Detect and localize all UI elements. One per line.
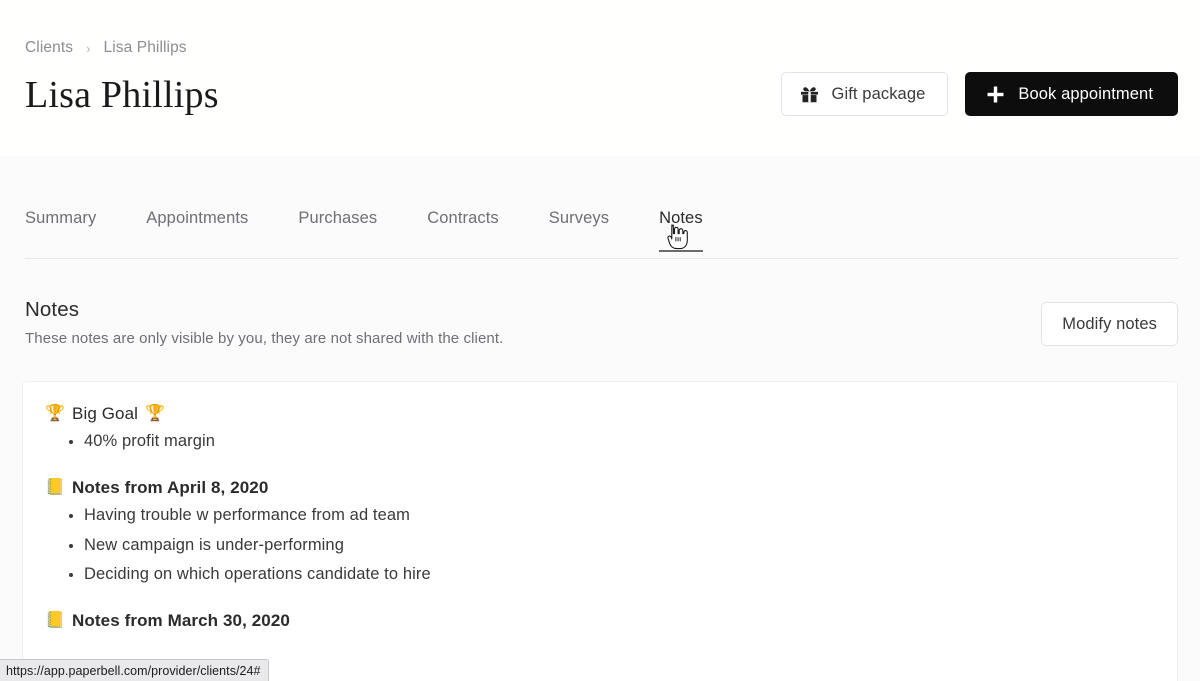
book-appointment-label: Book appointment (1018, 85, 1153, 104)
header-actions: Gift package Book appointment (781, 72, 1178, 116)
chevron-right-icon: › (86, 42, 90, 55)
note-block-title: Notes from April 8, 2020 (72, 478, 268, 498)
plus-icon (986, 85, 1005, 104)
gift-package-button[interactable]: Gift package (781, 72, 949, 116)
list-item: 40% profit margin (45, 427, 1149, 456)
list-item: Having trouble w performance from ad tea… (45, 501, 1149, 530)
notes-section-header: Notes These notes are only visible by yo… (25, 298, 503, 347)
tabs-divider (25, 258, 1178, 259)
notes-heading: Notes (25, 298, 503, 322)
tab-purchases[interactable]: Purchases (273, 209, 402, 252)
trophy-icon: 🏆 (145, 406, 165, 422)
status-bar-url: https://app.paperbell.com/provider/clien… (0, 659, 269, 681)
note-block: 📒 Notes from April 8, 2020 Having troubl… (45, 478, 1149, 589)
modify-notes-button[interactable]: Modify notes (1041, 302, 1178, 346)
gift-package-label: Gift package (832, 85, 926, 104)
tab-notes[interactable]: Notes (634, 209, 728, 252)
tab-bar: Summary Appointments Purchases Contracts… (25, 209, 728, 252)
notes-subtitle: These notes are only visible by you, the… (25, 330, 503, 347)
note-block-title: Big Goal (72, 404, 138, 424)
tab-appointments[interactable]: Appointments (121, 209, 273, 252)
breadcrumb: Clients › Lisa Phillips (25, 39, 187, 57)
tab-contracts[interactable]: Contracts (402, 209, 524, 252)
tab-summary[interactable]: Summary (25, 209, 121, 252)
note-block-title: Notes from March 30, 2020 (72, 611, 290, 631)
note-block-heading: 📒 Notes from April 8, 2020 (45, 478, 1149, 498)
status-bar-url-text: https://app.paperbell.com/provider/clien… (6, 664, 261, 678)
trophy-icon: 🏆 (45, 406, 65, 422)
page-header: Clients › Lisa Phillips Lisa Phillips Gi… (0, 0, 1200, 156)
breadcrumb-current: Lisa Phillips (104, 39, 187, 57)
book-appointment-button[interactable]: Book appointment (965, 72, 1178, 116)
notebook-icon: 📒 (45, 613, 65, 629)
note-block: 📒 Notes from March 30, 2020 (45, 611, 1149, 631)
note-block: 🏆 Big Goal 🏆 40% profit margin (45, 404, 1149, 456)
gift-icon (800, 86, 819, 103)
note-block-heading: 🏆 Big Goal 🏆 (45, 404, 1149, 424)
note-block-heading: 📒 Notes from March 30, 2020 (45, 611, 1149, 631)
notebook-icon: 📒 (45, 480, 65, 496)
tab-surveys[interactable]: Surveys (524, 209, 634, 252)
tabs-region: Summary Appointments Purchases Contracts… (0, 156, 1200, 266)
list-item: New campaign is under-performing (45, 531, 1149, 560)
breadcrumb-clients-link[interactable]: Clients (25, 39, 73, 57)
note-bullet-list: 40% profit margin (45, 427, 1149, 456)
note-bullet-list: Having trouble w performance from ad tea… (45, 501, 1149, 589)
notes-card: 🏆 Big Goal 🏆 40% profit margin 📒 Notes f… (22, 381, 1178, 681)
page-title: Lisa Phillips (25, 72, 219, 120)
list-item: Deciding on which operations candidate t… (45, 560, 1149, 589)
